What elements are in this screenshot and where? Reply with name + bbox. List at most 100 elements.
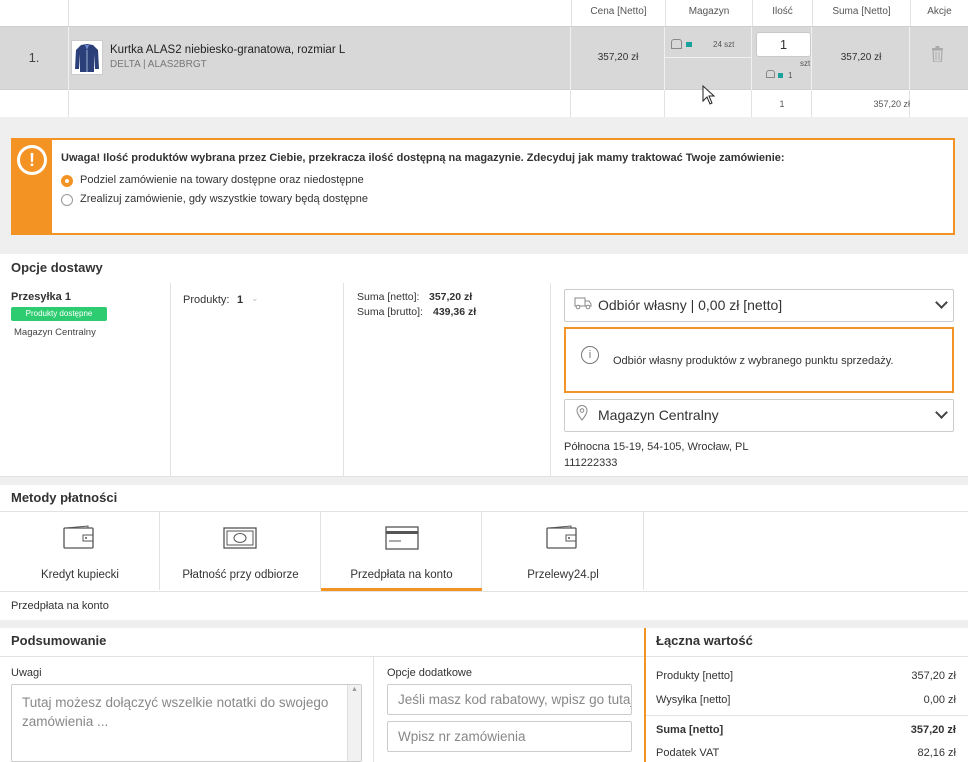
delivery-section-header (0, 254, 968, 284)
column-divider (68, 0, 69, 26)
totals-row-net: Suma [netto] 357,20 zł (656, 724, 956, 736)
split-order-label[interactable]: Podziel zamówienie na towary dostępne or… (80, 174, 364, 186)
card-icon (385, 526, 419, 553)
payment-label-credit[interactable]: Kredyt kupiecki (0, 569, 160, 581)
column-divider (68, 90, 69, 117)
pickup-phone: 111222333 (564, 457, 618, 469)
totals-accent-border (644, 628, 646, 762)
order-number-input[interactable]: Wpisz nr zamówienia (387, 721, 632, 752)
payment-label-prepayment[interactable]: Przedpłata na konto (321, 569, 482, 581)
totals-label: Wysyłka [netto] (656, 694, 731, 706)
notes-textarea[interactable]: Tutaj możesz dołączyć wszelkie notatki d… (11, 684, 362, 762)
wallet-icon (63, 525, 95, 553)
chevron-down-icon[interactable]: ⌄ (251, 293, 259, 304)
totals-label: Podatek VAT (656, 747, 720, 759)
notes-label: Uwagi (11, 667, 42, 679)
coupon-input[interactable]: Jeśli masz kod rabatowy, wpisz go tutaj (387, 684, 632, 715)
delivery-title: Opcje dostawy (11, 260, 103, 275)
stock-indicator-icon (686, 42, 692, 47)
products-label: Produkty: (183, 294, 230, 306)
price-column-header: Cena [Netto] (571, 0, 665, 26)
totals-value: 357,20 zł (911, 670, 956, 682)
status-badge: Produkty dostępne (11, 307, 107, 321)
totals-value: 357,20 zł (910, 724, 956, 736)
totals-divider (646, 715, 968, 716)
warehouse-icon (766, 70, 775, 78)
wallet-icon (546, 525, 578, 553)
map-pin-icon (576, 405, 588, 424)
exclamation-icon: ! (17, 145, 47, 175)
stock-amount: 24 szt (713, 40, 735, 49)
column-divider (68, 27, 69, 91)
scrollbar[interactable]: ▲ (347, 685, 361, 761)
payment-label-przelewy24[interactable]: Przelewy24.pl (482, 569, 644, 581)
shipment-warehouse: Magazyn Centralny (14, 327, 96, 338)
sum-gross-label: Suma [brutto]: (357, 306, 423, 318)
pickup-address: Północna 15-19, 54-105, Wrocław, PL (564, 441, 749, 453)
selected-payment-text: Przedpłata na konto (11, 600, 109, 612)
extra-options-label: Opcje dodatkowe (387, 667, 472, 679)
subtotal-qty: 1 (779, 99, 785, 109)
column-divider (343, 283, 344, 477)
scroll-up-icon[interactable]: ▲ (348, 685, 361, 695)
column-divider (664, 90, 665, 117)
row-sum: 357,20 zł (840, 52, 882, 63)
section-gap (0, 477, 968, 485)
column-divider (550, 283, 551, 477)
sum-gross-value: 439,36 zł (433, 306, 477, 318)
totals-label: Suma [netto] (656, 724, 724, 736)
payments-title: Metody płatności (11, 490, 118, 505)
selected-payment-row (0, 591, 968, 620)
summary-title: Podsumowanie (11, 633, 107, 648)
delivery-method-value[interactable]: Odbiór własny | 0,00 zł [netto] (598, 297, 782, 313)
totals-value: 0,00 zł (923, 694, 956, 706)
stock-indicator-icon (778, 73, 783, 78)
payments-section-header (0, 485, 968, 512)
wait-order-radio[interactable] (61, 194, 73, 206)
subtotal-sum: 357,20 zł (873, 99, 910, 109)
warehouse-divider (665, 57, 751, 58)
sum-net-value: 357,20 zł (429, 291, 473, 303)
totals-row-shipping: Wysyłka [netto] 0,00 zł (656, 694, 956, 706)
sum-net-label: Suma [netto]: (357, 291, 420, 303)
column-divider (751, 27, 752, 91)
totals-row-products: Produkty [netto] 357,20 zł (656, 670, 956, 682)
shipment-title: Przesyłka 1 (11, 291, 71, 303)
warehouse-column-header: Magazyn (665, 0, 752, 26)
split-order-radio[interactable] (61, 175, 73, 187)
product-price: 357,20 zł (597, 52, 639, 63)
summary-divider (0, 656, 644, 657)
product-thumbnail[interactable] (71, 40, 103, 75)
quantity-input[interactable]: 1 (756, 32, 811, 57)
product-sku: DELTA | ALAS2BRGT (110, 59, 207, 70)
payment-label-cod[interactable]: Płatność przy odbiorze (160, 569, 321, 581)
sum-column-header: Suma [Netto] (812, 0, 910, 26)
wait-order-label[interactable]: Zrealizuj zamówienie, gdy wszystkie towa… (80, 193, 368, 205)
quantity-unit: szt (800, 59, 811, 68)
row-index: 1. (28, 50, 40, 65)
mouse-cursor-icon (702, 84, 716, 108)
section-gap (0, 620, 968, 628)
pickup-point-value[interactable]: Magazyn Centralny (598, 407, 719, 423)
trash-icon[interactable] (932, 46, 943, 63)
qty-column-header: Ilość (752, 0, 812, 26)
warehouse-icon (671, 39, 682, 49)
actions-column-header: Akcje (910, 0, 968, 26)
product-name[interactable]: Kurtka ALAS2 niebiesko-granatowa, rozmia… (110, 44, 345, 56)
info-icon: i (581, 346, 599, 364)
available-quantity: 1 (788, 71, 793, 80)
totals-value: 82,16 zł (917, 747, 956, 759)
column-divider (373, 656, 374, 762)
column-divider (570, 90, 571, 117)
totals-row-vat: Podatek VAT 82,16 zł (656, 747, 956, 759)
truck-icon (574, 296, 592, 313)
delivery-info-text: Odbiór własny produktów z wybranego punk… (613, 355, 894, 367)
cart-table-header: Cena [Netto] Magazyn Ilość Suma [Netto] … (0, 0, 968, 26)
column-divider (170, 283, 171, 477)
totals-label: Produkty [netto] (656, 670, 734, 682)
totals-title: Łączna wartość (656, 633, 753, 648)
cash-icon (223, 527, 257, 552)
products-count[interactable]: 1 (237, 294, 243, 306)
warning-title: Uwaga! Ilość produktów wybrana przez Cie… (61, 152, 785, 164)
totals-divider (646, 656, 968, 657)
